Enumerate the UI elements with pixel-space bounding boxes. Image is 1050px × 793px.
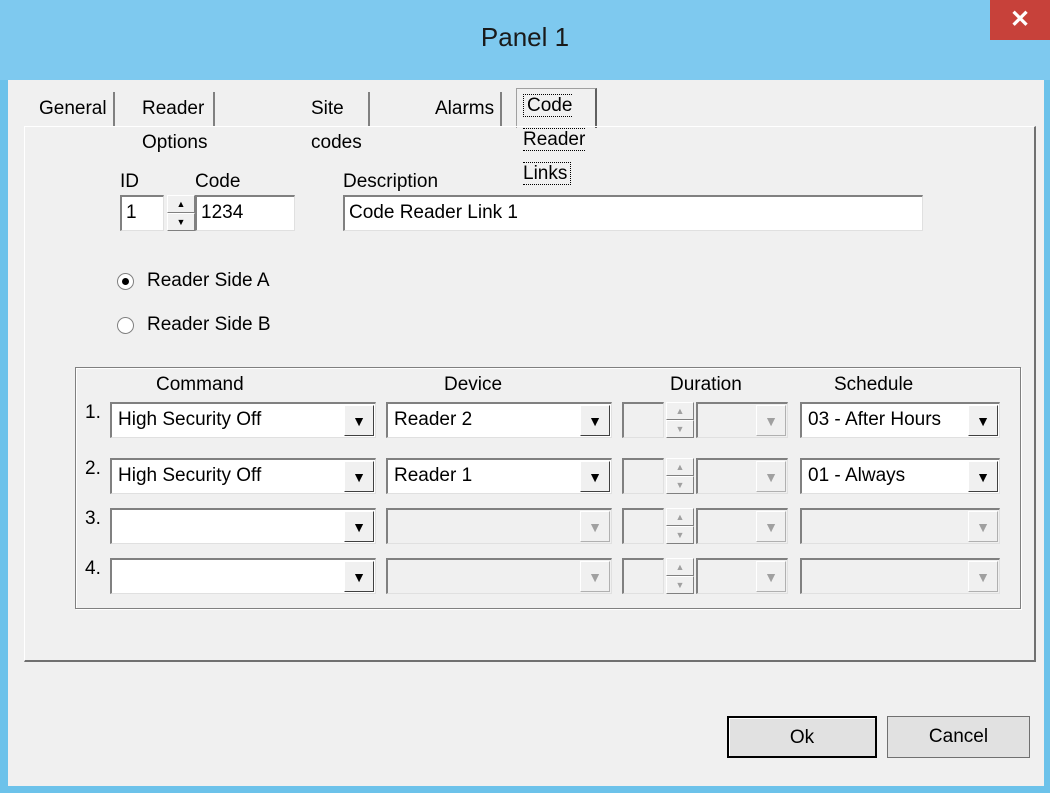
command-select[interactable]: ▼ (110, 558, 376, 594)
schedule-header: Schedule (834, 374, 914, 395)
spin-down-icon: ▼ (666, 576, 694, 594)
schedule-select: ▼ (800, 558, 1000, 594)
close-button[interactable]: ✕ (990, 0, 1050, 40)
duration-spinner: ▲ ▼ (666, 558, 694, 594)
spin-up-icon: ▲ (666, 458, 694, 476)
spin-up-icon: ▲ (666, 508, 694, 526)
duration-header: Duration (670, 374, 742, 395)
description-label: Description (343, 171, 439, 192)
chevron-down-icon: ▼ (756, 561, 786, 592)
command-value: High Security Off (118, 409, 262, 430)
chevron-down-icon: ▼ (756, 405, 786, 436)
reader-side-a-radio[interactable] (117, 273, 134, 290)
tab-reader-options[interactable]: Reader Options (136, 92, 216, 153)
command-select[interactable]: High Security Off ▼ (110, 402, 376, 438)
reader-side-a-label[interactable]: Reader Side A (147, 270, 270, 292)
duration-unit-select: ▼ (696, 402, 788, 438)
command-header: Command (156, 374, 244, 395)
chevron-down-icon: ▼ (756, 511, 786, 542)
spin-down-icon: ▼ (666, 476, 694, 494)
command-select[interactable]: ▼ (110, 508, 376, 544)
ok-button[interactable]: Ok (727, 716, 877, 758)
duration-unit-select: ▼ (696, 558, 788, 594)
id-spinner[interactable]: ▲ ▼ (167, 195, 195, 231)
chevron-down-icon: ▼ (756, 461, 786, 492)
schedule-value: 01 - Always (808, 465, 906, 486)
row-number: 3. (85, 508, 101, 529)
device-select: ▼ (386, 558, 612, 594)
radio-selected-dot (122, 278, 129, 285)
duration-field (622, 508, 664, 544)
chevron-down-icon[interactable]: ▼ (580, 405, 610, 436)
spin-up-icon: ▲ (666, 402, 694, 420)
window-title: Panel 1 (480, 22, 570, 52)
row-number: 2. (85, 458, 101, 479)
close-icon: ✕ (1009, 6, 1031, 33)
code-label: Code (195, 171, 241, 192)
chevron-down-icon: ▼ (580, 561, 610, 592)
cancel-button[interactable]: Cancel (887, 716, 1030, 758)
id-label: ID (120, 171, 139, 192)
tab-code-reader-links[interactable]: Code Reader Links (516, 88, 598, 185)
duration-unit-select: ▼ (696, 508, 788, 544)
row-number: 4. (85, 558, 101, 579)
code-reader-links-panel: ID 1 ▲ ▼ Code 1234 Description Code Read… (24, 126, 1036, 662)
chevron-down-icon[interactable]: ▼ (968, 405, 998, 436)
device-value: Reader 2 (394, 409, 473, 430)
spin-down-icon: ▼ (666, 526, 694, 544)
chevron-down-icon: ▼ (968, 561, 998, 592)
tab-alarms[interactable]: Alarms (429, 92, 503, 126)
tab-general[interactable]: General (33, 92, 115, 126)
spin-up-icon[interactable]: ▲ (167, 195, 195, 213)
command-select[interactable]: High Security Off ▼ (110, 458, 376, 494)
reader-side-b-radio[interactable] (117, 317, 134, 334)
chevron-down-icon[interactable]: ▼ (968, 461, 998, 492)
schedule-select[interactable]: 01 - Always ▼ (800, 458, 1000, 494)
schedule-value: 03 - After Hours (808, 409, 942, 430)
spin-down-icon: ▼ (666, 420, 694, 438)
device-select[interactable]: Reader 1 ▼ (386, 458, 612, 494)
duration-field (622, 458, 664, 494)
tab-site-codes[interactable]: Site codes (305, 92, 370, 153)
chevron-down-icon: ▼ (580, 511, 610, 542)
dialog-client-area: General Reader Options Site codes Alarms… (8, 80, 1044, 786)
device-select: ▼ (386, 508, 612, 544)
description-field[interactable]: Code Reader Link 1 (343, 195, 923, 231)
chevron-down-icon[interactable]: ▼ (344, 461, 374, 492)
duration-unit-select: ▼ (696, 458, 788, 494)
reader-side-b-label[interactable]: Reader Side B (147, 314, 271, 336)
duration-spinner: ▲ ▼ (666, 402, 694, 438)
chevron-down-icon[interactable]: ▼ (344, 405, 374, 436)
title-bar[interactable]: Panel 1 ✕ (0, 0, 1050, 80)
duration-field (622, 402, 664, 438)
chevron-down-icon: ▼ (968, 511, 998, 542)
spin-up-icon: ▲ (666, 558, 694, 576)
dialog-window: Panel 1 ✕ General Reader Options Site co… (0, 0, 1050, 793)
id-field[interactable]: 1 (120, 195, 164, 231)
schedule-select[interactable]: 03 - After Hours ▼ (800, 402, 1000, 438)
command-value: High Security Off (118, 465, 262, 486)
code-field[interactable]: 1234 (195, 195, 295, 231)
chevron-down-icon[interactable]: ▼ (580, 461, 610, 492)
spin-down-icon[interactable]: ▼ (167, 213, 195, 231)
duration-spinner: ▲ ▼ (666, 458, 694, 494)
device-header: Device (444, 374, 503, 395)
device-select[interactable]: Reader 2 ▼ (386, 402, 612, 438)
duration-spinner: ▲ ▼ (666, 508, 694, 544)
schedule-select: ▼ (800, 508, 1000, 544)
duration-field (622, 558, 664, 594)
links-group: Command Device Duration Schedule 1. High… (75, 367, 1021, 609)
device-value: Reader 1 (394, 465, 473, 486)
row-number: 1. (85, 402, 101, 423)
chevron-down-icon[interactable]: ▼ (344, 511, 374, 542)
chevron-down-icon[interactable]: ▼ (344, 561, 374, 592)
